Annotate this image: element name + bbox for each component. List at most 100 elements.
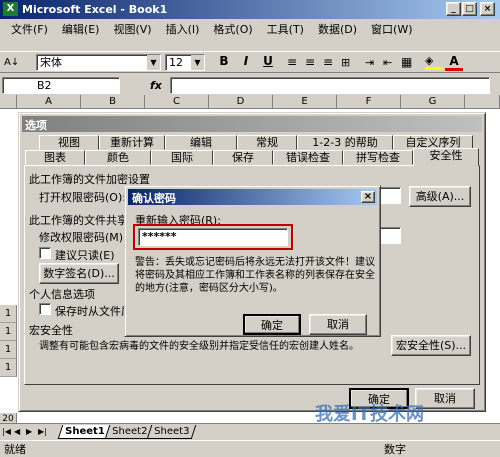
name-box[interactable]: B2 bbox=[2, 76, 120, 94]
open-password-label: 打开权限密码(O): bbox=[39, 191, 126, 204]
cancel-button[interactable]: 取消 bbox=[415, 388, 475, 409]
next-sheet-icon[interactable]: ▶ bbox=[26, 427, 38, 436]
tab-edit[interactable]: 编辑 bbox=[165, 135, 237, 150]
reenter-password-input[interactable]: ****** bbox=[138, 228, 288, 246]
macro-security-button[interactable]: 宏安全性(S)... bbox=[391, 335, 471, 356]
tab-chart[interactable]: 图表 bbox=[25, 150, 85, 165]
section-privacy-label: 个人信息选项 bbox=[29, 288, 95, 301]
row-header[interactable]: 1 bbox=[0, 341, 17, 359]
ok-button[interactable]: 确定 bbox=[349, 388, 409, 409]
font-size-select[interactable]: 12 ▼ bbox=[165, 53, 205, 71]
tab-view[interactable]: 视图 bbox=[39, 135, 99, 150]
column-header[interactable]: F bbox=[337, 95, 401, 109]
status-mode: 数字 bbox=[384, 443, 406, 456]
readonly-checkbox[interactable] bbox=[39, 247, 51, 259]
app-title-bar: X Microsoft Excel - Book1 _ □ × bbox=[0, 0, 500, 19]
password-value: ****** bbox=[142, 230, 177, 243]
sheet-tab-label: Sheet1 bbox=[65, 425, 105, 437]
fx-icon[interactable]: fx bbox=[150, 79, 162, 92]
formatting-toolbar: A↓ 宋体 ▼ 12 ▼ B I U ≡ ≡ ≡ ⊞ ⇥ ⇤ ▦ ◈ A bbox=[0, 51, 500, 73]
section-macro-label: 宏安全性 bbox=[29, 324, 73, 337]
chevron-down-icon: ▼ bbox=[191, 54, 204, 70]
macro-description: 调整有可能包含宏病毒的文件的安全级别并指定受信任的宏创建人姓名。 bbox=[39, 341, 359, 352]
minimize-button[interactable]: _ bbox=[446, 2, 461, 16]
maximize-button[interactable]: □ bbox=[462, 2, 477, 16]
row-header[interactable]: 1 bbox=[0, 305, 17, 323]
confirm-password-dialog: 确认密码 × 重新输入密码(R): ****** 警告：丢失或忘记密码后将永远无… bbox=[124, 185, 381, 337]
open-password-input[interactable] bbox=[379, 187, 401, 204]
options-dialog-title: 选项 bbox=[22, 116, 482, 132]
bold-button[interactable]: B bbox=[215, 53, 233, 71]
column-header[interactable]: G bbox=[401, 95, 465, 109]
tab-security[interactable]: 安全性 bbox=[413, 148, 479, 166]
menu-edit[interactable]: 编辑(E) bbox=[55, 21, 107, 37]
tab-save[interactable]: 保存 bbox=[213, 150, 273, 165]
window-title: Microsoft Excel - Book1 bbox=[22, 3, 168, 16]
row-header[interactable]: 1 bbox=[0, 323, 17, 341]
tab-spelling[interactable]: 拼写检查 bbox=[343, 150, 413, 165]
align-right-icon[interactable]: ≡ bbox=[323, 55, 341, 69]
column-header[interactable]: B bbox=[81, 95, 145, 109]
column-header[interactable] bbox=[465, 95, 500, 109]
font-name-select[interactable]: 宋体 ▼ bbox=[36, 53, 161, 71]
tab-international[interactable]: 国际 bbox=[151, 150, 213, 165]
menu-data[interactable]: 数据(D) bbox=[311, 21, 364, 37]
advanced-button[interactable]: 高级(A)... bbox=[409, 186, 471, 207]
outdent-icon[interactable]: ⇤ bbox=[383, 56, 401, 69]
sheet-tab-label: Sheet3 bbox=[154, 425, 190, 437]
sheet-tab-label: Sheet2 bbox=[111, 425, 148, 437]
readonly-label: 建议只读(E) bbox=[55, 249, 115, 262]
column-header[interactable]: D bbox=[209, 95, 273, 109]
select-all-corner[interactable] bbox=[0, 95, 17, 109]
prev-sheet-icon[interactable]: ◀ bbox=[14, 427, 26, 436]
menu-view[interactable]: 视图(V) bbox=[106, 21, 158, 37]
status-bar: 就绪 数字 bbox=[0, 440, 500, 457]
sheet-tab-3[interactable]: Sheet3 bbox=[146, 424, 197, 439]
merge-center-icon[interactable]: ⊞ bbox=[341, 56, 359, 69]
tab-calculation[interactable]: 重新计算 bbox=[99, 135, 165, 150]
close-icon[interactable]: × bbox=[361, 191, 375, 203]
borders-icon[interactable]: ▦ bbox=[401, 55, 419, 69]
underline-button[interactable]: U bbox=[259, 53, 277, 71]
sort-ascending-icon[interactable]: A↓ bbox=[4, 57, 30, 68]
menu-window[interactable]: 窗口(W) bbox=[364, 21, 419, 37]
tab-error-checking[interactable]: 错误检查 bbox=[273, 150, 343, 165]
status-ready: 就绪 bbox=[4, 443, 26, 456]
row-header[interactable]: 1 bbox=[0, 359, 17, 377]
column-header[interactable]: E bbox=[273, 95, 337, 109]
confirm-cancel-button[interactable]: 取消 bbox=[309, 314, 367, 335]
remove-personal-checkbox[interactable] bbox=[39, 303, 51, 315]
first-sheet-icon[interactable]: |◀ bbox=[2, 427, 14, 436]
close-button[interactable]: × bbox=[480, 2, 495, 16]
sheet-tab-bar: |◀ ◀ ▶ ▶| Sheet1 Sheet2 Sheet3 bbox=[0, 423, 500, 439]
menu-insert[interactable]: 插入(I) bbox=[159, 21, 207, 37]
name-box-value: B2 bbox=[37, 78, 52, 92]
formula-input[interactable] bbox=[169, 76, 490, 94]
menu-format[interactable]: 格式(O) bbox=[206, 21, 259, 37]
indent-icon[interactable]: ⇥ bbox=[365, 56, 383, 69]
font-size-value: 12 bbox=[169, 55, 183, 69]
menu-tools[interactable]: 工具(T) bbox=[260, 21, 311, 37]
menu-file[interactable]: 文件(F) bbox=[4, 21, 55, 37]
font-color-button[interactable]: A bbox=[445, 53, 463, 71]
section-share-label: 此工作簿的文件共享设 bbox=[29, 214, 139, 227]
column-header[interactable]: A bbox=[17, 95, 81, 109]
menu-bar: 文件(F) 编辑(E) 视图(V) 插入(I) 格式(O) 工具(T) 数据(D… bbox=[0, 19, 500, 39]
chevron-down-icon: ▼ bbox=[147, 54, 160, 70]
digital-signature-button[interactable]: 数字签名(D)... bbox=[39, 263, 119, 284]
column-header[interactable]: C bbox=[145, 95, 209, 109]
fill-color-icon[interactable]: ◈ bbox=[425, 54, 443, 70]
align-left-icon[interactable]: ≡ bbox=[287, 55, 305, 69]
italic-button[interactable]: I bbox=[237, 53, 255, 71]
confirm-ok-button[interactable]: 确定 bbox=[243, 314, 301, 335]
sheet-tab-1[interactable]: Sheet1 bbox=[57, 424, 112, 439]
modify-password-input[interactable] bbox=[379, 227, 401, 244]
tab-lotus-help[interactable]: 1-2-3 的帮助 bbox=[297, 135, 393, 150]
font-name-value: 宋体 bbox=[40, 55, 62, 69]
warning-text: 警告：丢失或忘记密码后将永远无法打开该文件！建议将密码及其相应工作簿和工作表名称… bbox=[135, 257, 375, 294]
confirm-dialog-title: 确认密码 bbox=[128, 189, 377, 205]
tab-color[interactable]: 颜色 bbox=[85, 150, 151, 165]
last-sheet-icon[interactable]: ▶| bbox=[38, 427, 52, 436]
tab-general[interactable]: 常规 bbox=[237, 135, 297, 150]
align-center-icon[interactable]: ≡ bbox=[305, 55, 323, 69]
